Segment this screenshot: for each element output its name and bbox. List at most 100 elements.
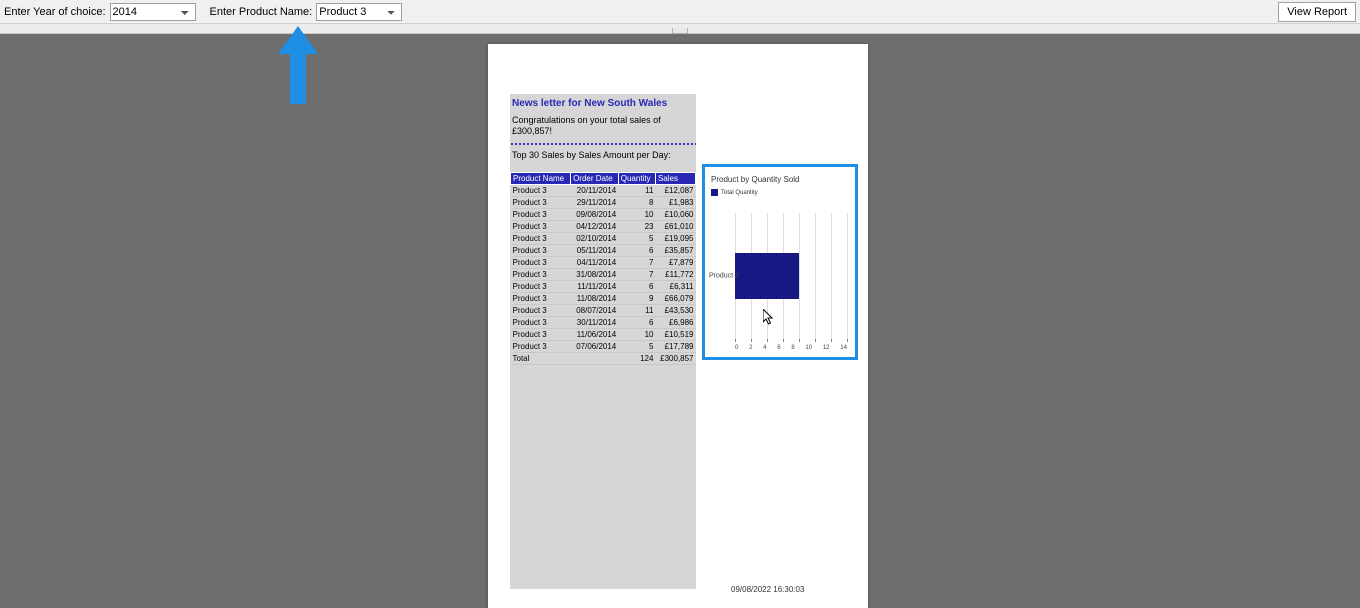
cell-qty: 7 <box>618 268 655 280</box>
table-total-row: Total 124£300,857 <box>511 352 696 364</box>
table-row: Product 320/11/201411£12,087 <box>511 184 696 196</box>
legend-text: Total Quantity <box>721 190 758 196</box>
divider-dots <box>510 142 696 146</box>
report-congrats: Congratulations on your total sales of £… <box>510 115 696 142</box>
viewer-toolbar <box>0 24 1360 34</box>
table-row: Product 304/12/201423£61,010 <box>511 220 696 232</box>
cell-product: Product 3 <box>511 220 571 232</box>
table-row: Product 307/06/20145£17,789 <box>511 340 696 352</box>
cell-sales: £12,087 <box>655 184 695 196</box>
th-product: Product Name <box>511 172 571 184</box>
table-row: Product 311/06/201410£10,519 <box>511 328 696 340</box>
cell-qty: 8 <box>618 196 655 208</box>
cell-product: Product 3 <box>511 256 571 268</box>
cell-date: 31/08/2014 <box>571 268 619 280</box>
cell-sales: £1,983 <box>655 196 695 208</box>
chart-title: Product by Quantity Sold <box>705 167 855 186</box>
table-row: Product 329/11/20148£1,983 <box>511 196 696 208</box>
cell-product: Product 3 <box>511 340 571 352</box>
cell-total-sales: £300,857 <box>655 352 695 364</box>
product-label: Enter Product Name: <box>210 6 313 18</box>
cell-date: 20/11/2014 <box>571 184 619 196</box>
chart-container: Product by Quantity Sold Total Quantity … <box>702 164 858 360</box>
cell-total-label: Total <box>511 352 571 364</box>
table-row: Product 309/08/201410£10,060 <box>511 208 696 220</box>
cell-sales: £61,010 <box>655 220 695 232</box>
report-page: News letter for New South Wales Congratu… <box>488 44 868 608</box>
cell-qty: 23 <box>618 220 655 232</box>
cell-sales: £11,772 <box>655 268 695 280</box>
cell-product: Product 3 <box>511 304 571 316</box>
cell-date: 05/11/2014 <box>571 244 619 256</box>
table-row: Product 330/11/20146£6,986 <box>511 316 696 328</box>
report-timestamp: 09/08/2022 16:30:03 <box>731 585 804 594</box>
chart-bar <box>735 253 799 298</box>
cell-product: Product 3 <box>511 208 571 220</box>
view-report-button[interactable]: View Report <box>1278 2 1356 22</box>
x-tick-label: 6 <box>777 345 780 351</box>
cell-date: 04/11/2014 <box>571 256 619 268</box>
year-label: Enter Year of choice: <box>4 6 106 18</box>
table-row: Product 305/11/20146£35,857 <box>511 244 696 256</box>
cell-qty: 11 <box>618 184 655 196</box>
cell-sales: £10,519 <box>655 328 695 340</box>
table-row: Product 302/10/20145£19,095 <box>511 232 696 244</box>
parameter-bar: Enter Year of choice: 2014 Enter Product… <box>0 0 1360 24</box>
table-row: Product 331/08/20147£11,772 <box>511 268 696 280</box>
table-row: Product 304/11/20147£7,879 <box>511 256 696 268</box>
cell-sales: £17,789 <box>655 340 695 352</box>
cell-date: 07/06/2014 <box>571 340 619 352</box>
cell-qty: 5 <box>618 340 655 352</box>
x-tick-label: 10 <box>805 345 812 351</box>
x-tick-label: 14 <box>840 345 847 351</box>
cell-qty: 6 <box>618 280 655 292</box>
x-tick-label: 4 <box>763 345 766 351</box>
cell-date: 30/11/2014 <box>571 316 619 328</box>
cell-product: Product 3 <box>511 184 571 196</box>
table-row: Product 311/11/20146£6,311 <box>511 280 696 292</box>
cell-date: 11/08/2014 <box>571 292 619 304</box>
cell-date: 29/11/2014 <box>571 196 619 208</box>
cell-qty: 10 <box>618 328 655 340</box>
cell-qty: 11 <box>618 304 655 316</box>
cell-qty: 10 <box>618 208 655 220</box>
cell-qty: 7 <box>618 256 655 268</box>
report-subtitle: Top 30 Sales by Sales Amount per Day: <box>510 148 696 162</box>
cell-product: Product 3 <box>511 316 571 328</box>
cell-sales: £19,095 <box>655 232 695 244</box>
year-select[interactable]: 2014 <box>110 3 196 21</box>
cell-sales: £35,857 <box>655 244 695 256</box>
product-select[interactable]: Product 3 <box>316 3 402 21</box>
report-title: News letter for New South Wales <box>510 94 696 115</box>
x-tick-label: 12 <box>823 345 830 351</box>
x-tick-label: 0 <box>735 345 738 351</box>
cell-qty: 6 <box>618 244 655 256</box>
cell-sales: £6,311 <box>655 280 695 292</box>
cell-date: 02/10/2014 <box>571 232 619 244</box>
cell-total-qty: 124 <box>618 352 655 364</box>
th-qty: Quantity <box>618 172 655 184</box>
report-body: News letter for New South Wales Congratu… <box>510 94 696 589</box>
cell-date: 09/08/2014 <box>571 208 619 220</box>
cell-product: Product 3 <box>511 268 571 280</box>
cell-date: 11/11/2014 <box>571 280 619 292</box>
cell-product: Product 3 <box>511 232 571 244</box>
th-sales: Sales <box>655 172 695 184</box>
table-header-row: Product Name Order Date Quantity Sales <box>511 172 696 184</box>
cell-product: Product 3 <box>511 328 571 340</box>
report-canvas: News letter for New South Wales Congratu… <box>0 34 1360 608</box>
legend-swatch <box>711 189 718 196</box>
sales-table: Product Name Order Date Quantity Sales P… <box>510 172 696 365</box>
cell-product: Product 3 <box>511 196 571 208</box>
cell-product: Product 3 <box>511 292 571 304</box>
cell-sales: £43,530 <box>655 304 695 316</box>
cell-product: Product 3 <box>511 244 571 256</box>
chart-legend: Total Quantity <box>705 186 855 199</box>
cell-sales: £7,879 <box>655 256 695 268</box>
x-tick-label: 2 <box>749 345 752 351</box>
chart-plot-area: 02468101214Product 3 <box>735 213 847 339</box>
y-axis-label: Product 3 <box>709 273 739 280</box>
cell-sales: £10,060 <box>655 208 695 220</box>
cell-qty: 5 <box>618 232 655 244</box>
table-row: Product 308/07/201411£43,530 <box>511 304 696 316</box>
